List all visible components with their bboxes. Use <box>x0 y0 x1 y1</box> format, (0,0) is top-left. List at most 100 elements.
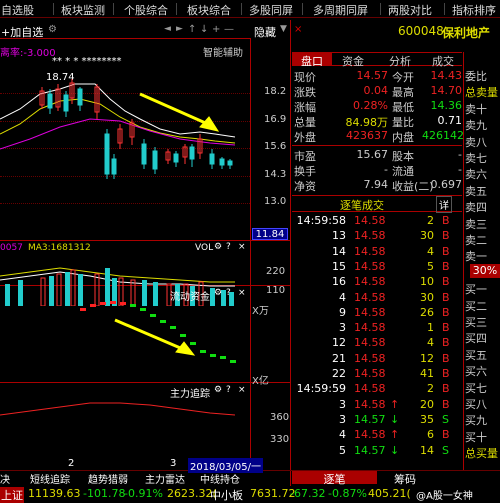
quote-label: 流通 <box>392 165 414 178</box>
dropdown-icon[interactable]: ▼ <box>280 24 287 34</box>
quote-value: 423637 <box>346 129 388 142</box>
trade-volume: 5 <box>427 259 434 273</box>
gear-icon[interactable]: ⚙ <box>214 288 222 298</box>
order-book-label: 买三 <box>465 316 487 329</box>
trade-row: 9 14.58 26 B <box>292 306 462 321</box>
tab-sector-monitor[interactable]: 板块监测 <box>61 2 105 18</box>
bid-ask-ratio: 30% <box>470 263 500 278</box>
close-icon[interactable]: × <box>238 385 246 395</box>
order-book-label: 卖四 <box>465 201 487 215</box>
tab-stock-overview[interactable]: 个股综合 <box>124 2 168 18</box>
prev-icon[interactable]: ◄ <box>164 24 171 34</box>
trade-row: 22 14.58 41 B <box>292 367 462 382</box>
tab-analysis[interactable]: 分析 <box>389 53 411 69</box>
quote-label: 内盘 <box>392 131 414 144</box>
bottom-tab[interactable]: 趋势猎弱 <box>88 471 128 486</box>
order-book-label: 买四 <box>465 332 487 346</box>
trade-flag: B <box>442 336 450 350</box>
fund-flow-chart[interactable] <box>0 298 250 378</box>
close-icon[interactable]: × <box>294 24 302 35</box>
quote-label: 总量 <box>294 116 316 129</box>
order-book-label: 买一 <box>465 283 487 297</box>
bottom-tab[interactable]: 决 <box>0 471 10 486</box>
next-icon[interactable]: ► <box>176 24 183 34</box>
tab-fund[interactable]: 资金 <box>342 53 364 69</box>
vol-ma-label: MA3:1681312 <box>28 243 91 253</box>
quote-value: 0.71 <box>437 114 463 127</box>
gear-icon[interactable]: ⚙ <box>214 242 222 252</box>
down-icon[interactable]: ↓ <box>200 24 208 35</box>
trade-flag: S <box>442 443 449 457</box>
trade-price: 14.58 <box>354 321 386 335</box>
candlestick-chart[interactable] <box>0 39 250 239</box>
trade-price: 14.58 <box>354 214 386 227</box>
tab-watchlist[interactable]: 自选股 <box>1 2 34 18</box>
track-y-tick: 360 <box>270 412 290 423</box>
main-track-chart[interactable] <box>0 395 250 455</box>
tab-order-book[interactable]: 盘口 <box>292 53 332 68</box>
detail-button[interactable]: 详 <box>436 196 452 213</box>
bottom-tab[interactable]: 短线追踪 <box>30 471 70 486</box>
order-book-label: 买七 <box>465 381 487 395</box>
tab-indicator-sort[interactable]: 指标排序 <box>452 2 496 18</box>
order-book-label: 买八 <box>465 398 487 411</box>
quote-label: 市盈 <box>294 150 316 163</box>
order-book-label: 卖六 <box>465 168 487 182</box>
index-label[interactable]: 中小板 <box>210 487 243 503</box>
quote-value: 14.36 <box>430 99 463 112</box>
index-value: 11139.63 <box>28 487 81 500</box>
vol-label[interactable]: VOL <box>195 243 213 253</box>
index-label[interactable]: 上证 <box>0 487 24 503</box>
trade-flag: B <box>442 244 450 258</box>
tab-sector-overview[interactable]: 板块综合 <box>187 2 231 18</box>
trade-price: 14.58 <box>354 290 386 304</box>
tab-trades[interactable]: 成交 <box>432 53 454 69</box>
divider <box>176 3 177 15</box>
tab-multi-period[interactable]: 多周期同屏 <box>313 2 368 18</box>
track-y-tick: 330 <box>270 434 290 445</box>
zoom-out-icon[interactable]: — <box>224 24 234 35</box>
trade-time: 21 <box>332 351 346 365</box>
close-icon[interactable]: × <box>238 288 246 298</box>
trade-flag: B <box>442 367 450 380</box>
order-book-label: 买十 <box>465 430 487 444</box>
order-book-label: 卖八 <box>465 135 487 149</box>
trade-volume: 26 <box>420 305 434 319</box>
help-icon[interactable]: ? <box>226 242 231 252</box>
stock-name: 保利地产 <box>442 26 491 40</box>
help-icon[interactable]: ? <box>226 385 231 395</box>
index-volume: 405.21( <box>368 487 411 500</box>
hide-button[interactable]: 隐藏 <box>254 24 276 40</box>
index-ticker: 上证 11139.63 -101.78 -0.91% 2623.32( 中小板 … <box>0 486 500 503</box>
trade-flag: B <box>442 351 450 365</box>
close-icon[interactable]: × <box>238 242 246 252</box>
trade-price: 14.58 <box>354 275 386 289</box>
gear-icon[interactable]: ⚙ <box>48 24 57 35</box>
trade-volume: 30 <box>420 229 434 243</box>
zoom-in-icon[interactable]: + <box>212 24 220 35</box>
trade-price: 14.58 <box>354 229 386 243</box>
trade-time: 15 <box>332 259 346 273</box>
bottom-tab[interactable]: 主力雷达 <box>145 471 185 486</box>
gear-icon[interactable]: ⚙ <box>214 385 222 395</box>
tab-chips[interactable]: 筹码 <box>394 471 416 487</box>
divider <box>444 3 445 15</box>
date-cursor: 2018/03/05/一 <box>188 458 264 473</box>
help-icon[interactable]: ? <box>226 288 231 298</box>
price-cursor-box: 11.84 <box>252 228 288 240</box>
trade-flag: B <box>442 305 450 319</box>
trade-price: 14.58 <box>354 382 386 396</box>
y-tick: 15.6 <box>264 141 287 152</box>
tab-compare[interactable]: 两股对比 <box>388 2 432 18</box>
divider <box>241 3 242 15</box>
tab-tick-trades[interactable]: 逐笔 <box>292 471 377 486</box>
quote-label: 量比 <box>392 116 414 129</box>
trade-row: 14:59:59 14.58 2 B <box>292 382 462 397</box>
trade-price: 14.58 <box>354 259 386 273</box>
up-icon[interactable]: ↑ <box>188 24 196 35</box>
order-book-label: 总卖量 <box>465 86 498 100</box>
trade-row: 14:59:58 14.58 2 B <box>292 214 462 229</box>
tab-multi-stock[interactable]: 多股同屏 <box>249 2 293 18</box>
bottom-tab[interactable]: 中线持仓 <box>200 471 240 486</box>
quote-value: 7.94 <box>363 178 389 191</box>
